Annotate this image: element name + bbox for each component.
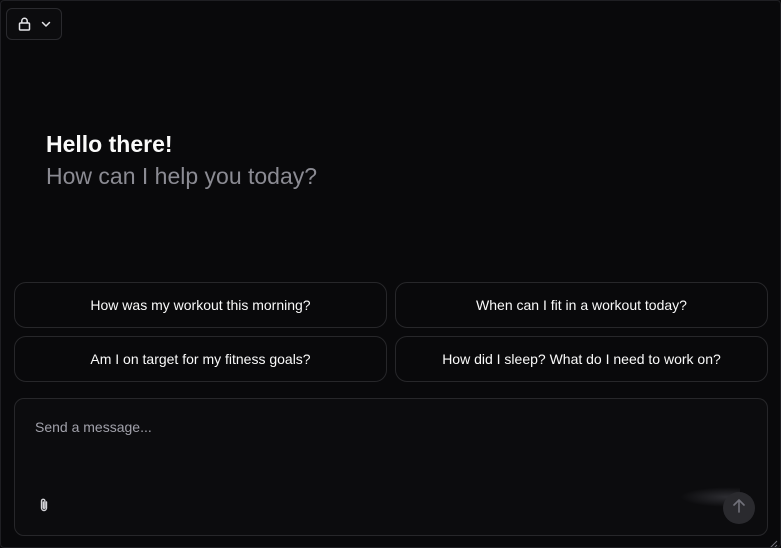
chevron-down-icon bbox=[41, 21, 51, 28]
greeting-subtitle: How can I help you today? bbox=[46, 163, 318, 189]
suggestion-fit-workout[interactable]: When can I fit in a workout today? bbox=[395, 282, 768, 328]
suggestion-sleep[interactable]: How did I sleep? What do I need to work … bbox=[395, 336, 768, 382]
send-button[interactable] bbox=[723, 492, 755, 524]
lock-icon bbox=[18, 17, 31, 31]
suggestion-workout-morning[interactable]: How was my workout this morning? bbox=[14, 282, 387, 328]
message-input[interactable] bbox=[35, 419, 735, 479]
suggested-actions: How was my workout this morning? When ca… bbox=[14, 282, 768, 382]
paperclip-icon bbox=[38, 497, 50, 518]
resize-handle[interactable] bbox=[769, 536, 778, 547]
attach-button[interactable] bbox=[35, 497, 53, 517]
visibility-selector-button[interactable] bbox=[6, 8, 62, 40]
suggestion-fitness-goals[interactable]: Am I on target for my fitness goals? bbox=[14, 336, 387, 382]
greeting-title: Hello there! bbox=[46, 131, 173, 157]
message-composer bbox=[14, 398, 768, 536]
app-window: Hello there! How can I help you today? H… bbox=[0, 0, 781, 548]
greeting: Hello there! How can I help you today? bbox=[46, 129, 317, 192]
arrow-up-icon bbox=[732, 498, 746, 519]
